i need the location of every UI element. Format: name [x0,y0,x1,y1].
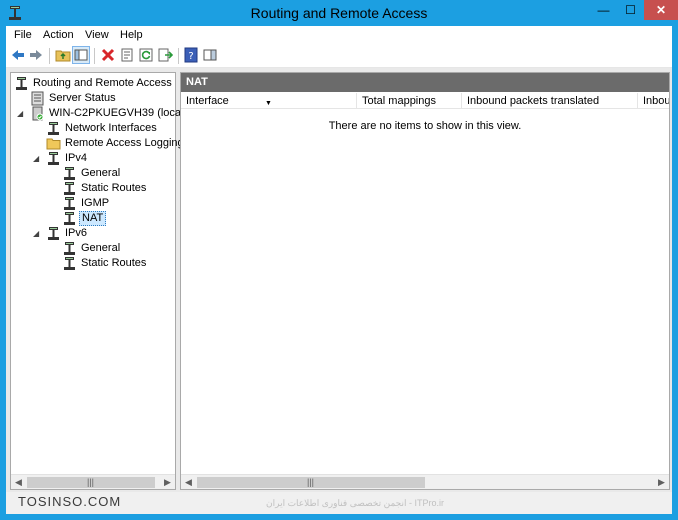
tree-label-ipv4: IPv4 [65,152,88,164]
svg-text:?: ? [188,51,193,62]
scroll-grip-icon: ||| [307,477,315,487]
network-interfaces-icon [48,122,59,135]
column-interface[interactable]: Interface ▼ [181,93,357,109]
console-tree: Routing and Remote Access Server Status … [10,72,187,490]
window-title: Routing and Remote Access [250,5,428,21]
back-arrow-icon[interactable] [10,47,26,63]
column-total-mappings-label: Total mappings [362,95,436,107]
show-hide-tree-icon[interactable] [72,46,90,64]
collapse-ipv6-icon[interactable]: ◢ [33,226,39,241]
refresh-icon[interactable] [138,47,154,63]
tree-label-ipv4-static-routes: Static Routes [81,182,147,194]
tree-horizontal-scrollbar[interactable]: ◀ ||| ▶ [11,474,175,489]
tree-label-server: WIN-C2PKUEGVH39 (local) [49,107,188,119]
toolbar: ? [6,44,672,68]
collapse-server-icon[interactable]: ◢ [17,106,23,121]
server-icon [32,106,44,121]
ipv4-icon [48,152,59,165]
tree-label-ipv6-general: General [81,242,121,254]
empty-list-message: There are no items to show in this view. [328,120,522,132]
column-inbound-packets[interactable]: Inbound packets translated [462,93,638,109]
tree-label-ipv4-nat: NAT [79,211,107,226]
scroll-grip-icon: ||| [87,477,95,487]
ipv6-icon [48,227,59,240]
details-pane: NAT Interface ▼ Total mappings Inbound p… [180,72,670,490]
column-total-mappings[interactable]: Total mappings [357,93,462,109]
sort-arrow-icon: ▼ [265,100,272,107]
status-bar: TOSINSO.COM انجمن تخصصی فناوری اطلاعات ا… [6,492,672,514]
tree-label-ipv4-general: General [81,167,121,179]
details-header: NAT [181,73,669,92]
general-icon [64,167,75,180]
nat-icon [64,212,75,225]
up-folder-icon[interactable] [55,47,71,63]
collapse-ipv4-icon[interactable]: ◢ [33,151,39,166]
static-routes-icon [64,182,75,195]
scroll-right-icon[interactable]: ▶ [160,475,175,490]
delete-icon[interactable] [100,47,116,63]
server-status-icon [31,91,44,106]
column-inbound-truncated-label: Inboun [643,95,669,107]
forward-arrow-icon[interactable] [28,47,44,63]
tree-label-ipv6-static-routes: Static Routes [81,257,147,269]
column-inbound-truncated[interactable]: Inboun [638,93,669,109]
column-interface-label: Interface [186,95,229,107]
close-button[interactable]: ✕ [644,0,678,20]
tree-label-remote-access-logging: Remote Access Logging [65,137,184,149]
column-header-row: Interface ▼ Total mappings Inbound packe… [181,93,669,109]
static-routes-icon [64,257,75,270]
tree-label-server-status: Server Status [49,92,116,104]
title-bar[interactable]: Routing and Remote Access — ☐ ✕ [0,0,678,26]
help-icon[interactable]: ? [183,47,199,63]
tree-label-network-interfaces: Network Interfaces [65,122,157,134]
scroll-right-icon[interactable]: ▶ [654,475,669,490]
app-window: Routing and Remote Access — ☐ ✕ File Act… [0,0,678,520]
scroll-left-icon[interactable]: ◀ [11,475,26,490]
tree-label-ipv4-igmp: IGMP [81,197,110,209]
tree-label-root: Routing and Remote Access [33,77,172,89]
main-content: Routing and Remote Access Server Status … [6,68,672,492]
menu-bar: File Action View Help [6,26,672,44]
routing-root-icon [16,77,27,90]
minimize-button[interactable]: — [590,0,617,20]
export-list-icon[interactable] [157,47,173,63]
maximize-button[interactable]: ☐ [617,0,644,20]
action-pane-icon[interactable] [202,47,218,63]
properties-icon[interactable] [119,47,135,63]
watermark-tagline: انجمن تخصصی فناوری اطلاعات ایران - ITPro… [266,498,444,508]
menu-file[interactable]: File [14,29,32,41]
igmp-icon [64,197,75,210]
scroll-left-icon[interactable]: ◀ [181,475,196,490]
tree-label-ipv6: IPv6 [65,227,88,239]
column-inbound-packets-label: Inbound packets translated [467,95,600,107]
general-icon [64,242,75,255]
details-horizontal-scrollbar[interactable]: ◀ ||| ▶ [181,474,669,489]
menu-help[interactable]: Help [120,29,143,41]
watermark-brand: TOSINSO.COM [18,494,122,509]
menu-view[interactable]: View [85,29,109,41]
menu-action[interactable]: Action [43,29,74,41]
folder-icon [46,138,61,150]
